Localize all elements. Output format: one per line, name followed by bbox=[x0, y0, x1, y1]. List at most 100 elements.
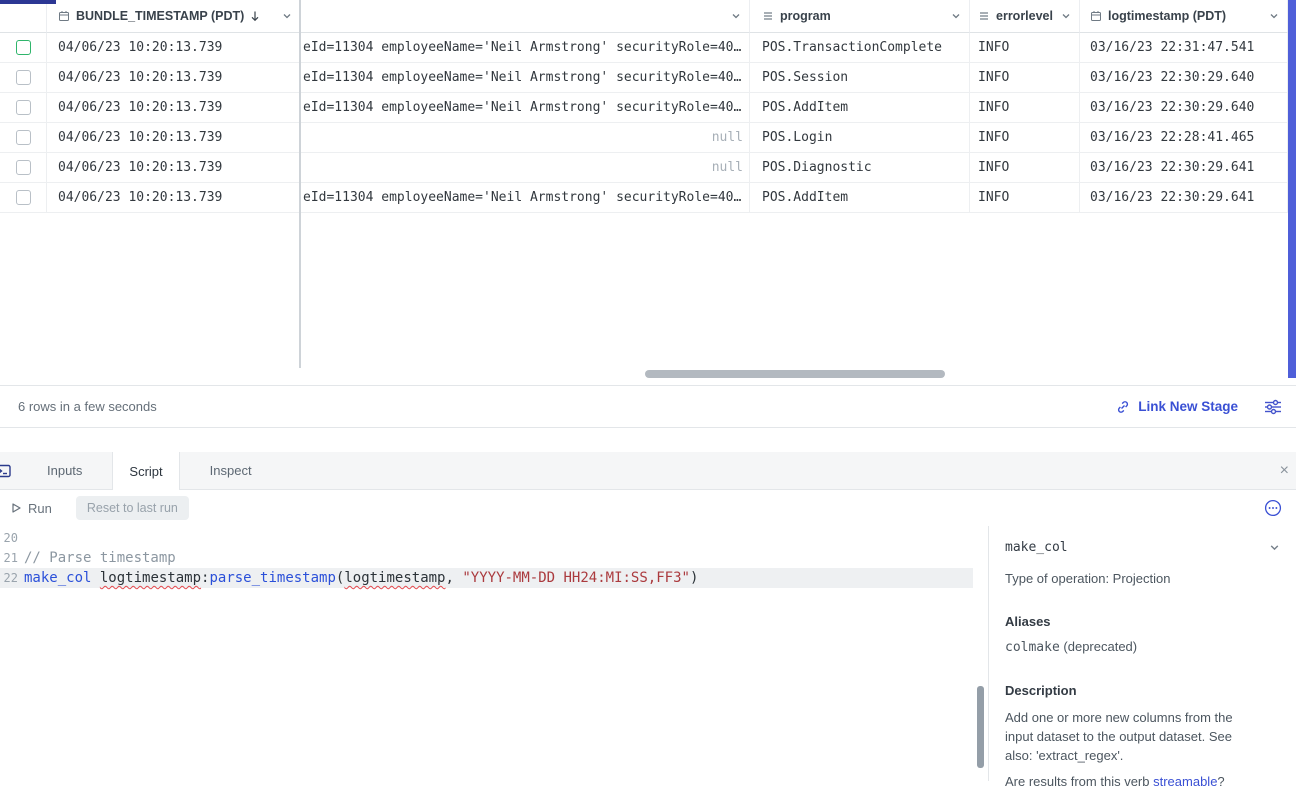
cell-bundle-timestamp[interactable]: 04/06/23 10:20:13.739 bbox=[47, 153, 300, 183]
cell-message[interactable]: eId=11304 employeeName='Neil Armstrong' … bbox=[300, 183, 750, 213]
cell-message[interactable]: null bbox=[300, 123, 750, 153]
tab-inputs[interactable]: Inputs bbox=[31, 452, 98, 489]
cell-program[interactable]: POS.Login bbox=[750, 123, 970, 153]
checkbox-cell bbox=[0, 183, 47, 213]
row-checkbox[interactable] bbox=[16, 70, 31, 85]
cell-errorlevel[interactable]: INFO bbox=[970, 123, 1080, 153]
cell-logtimestamp[interactable]: 03/16/23 22:30:29.641 bbox=[1080, 183, 1288, 213]
docs-alias-note: (deprecated) bbox=[1060, 639, 1137, 654]
timestamp-type-icon bbox=[58, 10, 70, 22]
table-row[interactable]: 04/06/23 10:20:13.739eId=11304 employeeN… bbox=[0, 63, 1296, 93]
row-count-summary: 6 rows in a few seconds bbox=[18, 399, 157, 414]
table-row[interactable]: 04/06/23 10:20:13.739nullPOS.DiagnosticI… bbox=[0, 153, 1296, 183]
column-label: BUNDLE_TIMESTAMP (PDT) bbox=[76, 9, 244, 23]
console-icon bbox=[0, 452, 11, 489]
line-number: 20 bbox=[0, 531, 24, 545]
frozen-pane-divider[interactable] bbox=[299, 0, 301, 368]
docs-aliases-heading: Aliases bbox=[1005, 614, 1280, 629]
cell-bundle-timestamp[interactable]: 04/06/23 10:20:13.739 bbox=[47, 63, 300, 93]
code-token: // Parse timestamp bbox=[24, 550, 176, 566]
cell-message[interactable]: null bbox=[300, 153, 750, 183]
cell-errorlevel[interactable]: INFO bbox=[970, 183, 1080, 213]
checkbox-cell bbox=[0, 93, 47, 123]
script-panel-body: 20 21// Parse timestamp22make_col logtime… bbox=[0, 526, 1296, 781]
checkbox-cell bbox=[0, 63, 47, 93]
cell-bundle-timestamp[interactable]: 04/06/23 10:20:13.739 bbox=[47, 93, 300, 123]
chevron-down-icon[interactable] bbox=[1269, 11, 1279, 21]
close-icon[interactable]: × bbox=[1276, 461, 1293, 481]
row-checkbox[interactable] bbox=[16, 130, 31, 145]
more-options-icon[interactable] bbox=[1264, 499, 1282, 517]
code-line-content: make_col logtimestamp:parse_timestamp(lo… bbox=[24, 570, 698, 586]
panel-tab-bar: Inputs Script Inspect × bbox=[0, 452, 1296, 490]
cell-logtimestamp[interactable]: 03/16/23 22:31:47.541 bbox=[1080, 33, 1288, 63]
row-checkbox[interactable] bbox=[16, 190, 31, 205]
table-row[interactable]: 04/06/23 10:20:13.739eId=11304 employeeN… bbox=[0, 93, 1296, 123]
docs-verb-title: make_col bbox=[1005, 540, 1068, 555]
table-row[interactable]: 04/06/23 10:20:13.739eId=11304 employeeN… bbox=[0, 33, 1296, 63]
editor-line[interactable]: 22make_col logtimestamp:parse_timestamp(… bbox=[0, 568, 973, 588]
docs-description-text: Add one or more new columns from the inp… bbox=[1005, 708, 1261, 765]
cell-message[interactable]: eId=11304 employeeName='Neil Armstrong' … bbox=[300, 63, 750, 93]
cell-errorlevel[interactable]: INFO bbox=[970, 33, 1080, 63]
link-icon bbox=[1115, 399, 1131, 415]
cell-errorlevel[interactable]: INFO bbox=[970, 153, 1080, 183]
code-line-content: // Parse timestamp bbox=[24, 550, 176, 566]
cell-logtimestamp[interactable]: 03/16/23 22:30:29.640 bbox=[1080, 63, 1288, 93]
column-header-program[interactable]: program bbox=[750, 0, 970, 33]
column-header-bundle-timestamp[interactable]: BUNDLE_TIMESTAMP (PDT) bbox=[47, 0, 300, 33]
code-token: make_col bbox=[24, 570, 91, 586]
chevron-down-icon[interactable] bbox=[1061, 11, 1071, 21]
streamable-link[interactable]: streamable bbox=[1153, 774, 1217, 789]
cell-bundle-timestamp[interactable]: 04/06/23 10:20:13.739 bbox=[47, 183, 300, 213]
cell-message[interactable]: eId=11304 employeeName='Neil Armstrong' … bbox=[300, 93, 750, 123]
horizontal-scrollbar[interactable] bbox=[645, 370, 945, 378]
code-editor[interactable]: 20 21// Parse timestamp22make_col logtime… bbox=[0, 526, 973, 781]
column-header-logtimestamp[interactable]: logtimestamp (PDT) bbox=[1080, 0, 1288, 33]
editor-line[interactable]: 21// Parse timestamp bbox=[0, 548, 973, 568]
docs-panel: make_col Type of operation: Projection A… bbox=[988, 526, 1296, 781]
timestamp-type-icon bbox=[1090, 10, 1102, 22]
code-token: ) bbox=[690, 570, 698, 586]
chevron-down-icon[interactable] bbox=[731, 11, 741, 21]
tab-inspect[interactable]: Inspect bbox=[194, 452, 268, 489]
chevron-down-icon[interactable] bbox=[282, 11, 292, 21]
table-row[interactable]: 04/06/23 10:20:13.739nullPOS.LoginINFO03… bbox=[0, 123, 1296, 153]
cell-errorlevel[interactable]: INFO bbox=[970, 93, 1080, 123]
column-header-errorlevel[interactable]: errorlevel bbox=[970, 0, 1080, 33]
row-checkbox[interactable] bbox=[16, 40, 31, 55]
row-checkbox[interactable] bbox=[16, 100, 31, 115]
cell-program[interactable]: POS.Session bbox=[750, 63, 970, 93]
sort-desc-icon[interactable] bbox=[250, 10, 260, 22]
chevron-down-icon[interactable] bbox=[1269, 542, 1280, 553]
results-table: BUNDLE_TIMESTAMP (PDT) program bbox=[0, 0, 1296, 385]
cell-program[interactable]: POS.AddItem bbox=[750, 183, 970, 213]
cell-errorlevel[interactable]: INFO bbox=[970, 63, 1080, 93]
cell-program[interactable]: POS.AddItem bbox=[750, 93, 970, 123]
row-checkbox[interactable] bbox=[16, 160, 31, 175]
cell-bundle-timestamp[interactable]: 04/06/23 10:20:13.739 bbox=[47, 33, 300, 63]
chevron-down-icon[interactable] bbox=[951, 11, 961, 21]
cell-bundle-timestamp[interactable]: 04/06/23 10:20:13.739 bbox=[47, 123, 300, 153]
cell-logtimestamp[interactable]: 03/16/23 22:30:29.640 bbox=[1080, 93, 1288, 123]
editor-scrollbar[interactable] bbox=[977, 686, 984, 768]
cell-logtimestamp[interactable]: 03/16/23 22:28:41.465 bbox=[1080, 123, 1288, 153]
run-label: Run bbox=[28, 501, 52, 516]
cell-message[interactable]: eId=11304 employeeName='Neil Armstrong' … bbox=[300, 33, 750, 63]
column-label: logtimestamp (PDT) bbox=[1108, 9, 1226, 23]
table-row[interactable]: 04/06/23 10:20:13.739eId=11304 employeeN… bbox=[0, 183, 1296, 213]
cell-program[interactable]: POS.TransactionComplete bbox=[750, 33, 970, 63]
link-new-stage-label: Link New Stage bbox=[1138, 399, 1238, 414]
run-button[interactable]: Run bbox=[10, 501, 52, 516]
reset-to-last-run-button[interactable]: Reset to last run bbox=[76, 496, 189, 520]
code-token: "YYYY-MM-DD HH24:MI:SS,FF3" bbox=[462, 570, 690, 586]
link-new-stage-button[interactable]: Link New Stage bbox=[1115, 399, 1238, 415]
column-header-message[interactable] bbox=[300, 0, 750, 33]
table-options-icon[interactable] bbox=[1264, 399, 1282, 415]
status-bar: 6 rows in a few seconds Link New Stage bbox=[0, 385, 1296, 428]
editor-line[interactable]: 20 bbox=[0, 528, 973, 548]
cell-program[interactable]: POS.Diagnostic bbox=[750, 153, 970, 183]
cell-logtimestamp[interactable]: 03/16/23 22:30:29.641 bbox=[1080, 153, 1288, 183]
tab-script[interactable]: Script bbox=[112, 452, 179, 490]
script-toolbar: Run Reset to last run bbox=[0, 490, 1296, 526]
